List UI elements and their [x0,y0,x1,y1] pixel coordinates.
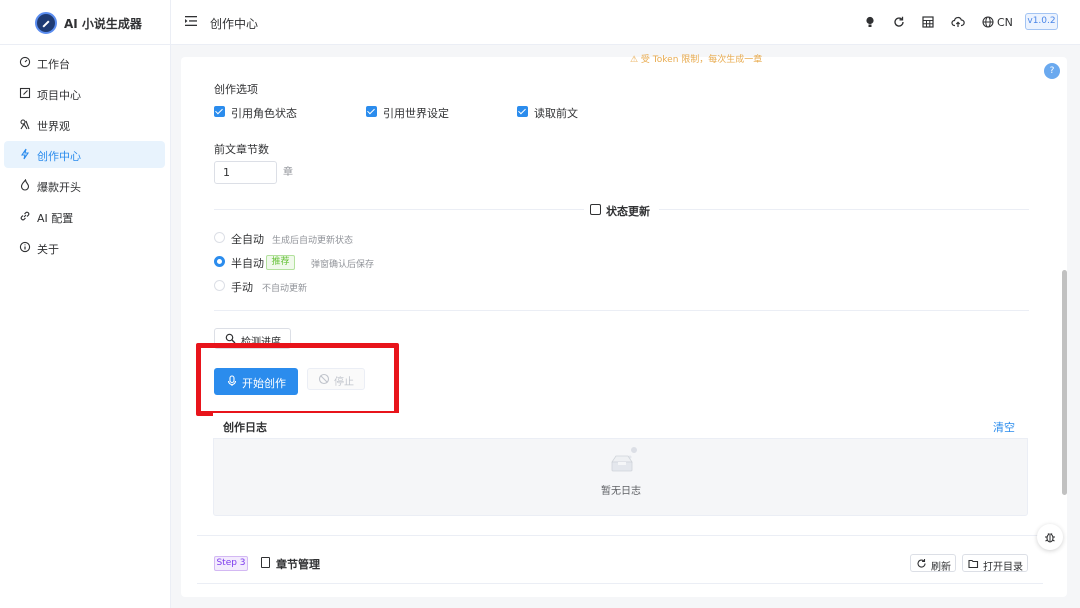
sidebar-item-label: 创作中心 [37,150,81,163]
options-title: 创作选项 [214,83,258,96]
lightning-icon [19,148,31,160]
info-icon [19,241,31,253]
link-icon [19,210,31,222]
page-title: 创作中心 [210,17,259,31]
token-warning-text: ⚠ 受 Token 限制，每次生成一章 [630,55,763,65]
app-logo-icon [35,12,57,34]
checkbox-read-previous[interactable] [517,106,528,117]
state-update-icon [590,204,601,215]
bug-icon[interactable] [1037,524,1063,550]
log-header [213,413,1028,439]
refresh-icon [916,558,927,572]
radio-manual[interactable] [214,280,225,291]
edit-icon [19,87,31,99]
world-icon [19,118,31,130]
language-switch[interactable]: CN [997,16,1013,29]
checkbox-label[interactable]: 引用角色状态 [231,105,297,121]
sidebar-item-projects[interactable]: 项目中心 [4,80,165,107]
empty-inbox-icon [611,447,637,472]
checkbox-world-setting[interactable] [366,106,377,117]
button-label: 刷新 [931,562,951,573]
sidebar-item-label: 爆款开头 [37,181,81,194]
checkbox-char-state[interactable] [214,106,225,117]
radio-desc: 生成后自动更新状态 [272,236,354,246]
sidebar-item-ai-config[interactable]: AI 配置 [4,203,165,230]
version-badge: v1.0.2 [1025,13,1058,30]
prev-chapters-unit: 章 [283,167,293,178]
folder-open-icon [968,558,979,572]
content-card [181,57,1067,597]
dashboard-icon [19,56,31,68]
sidebar-item-hot-openings[interactable]: 爆款开头 [4,172,165,199]
scrollbar-thumb[interactable] [1062,270,1067,495]
button-label: 打开目录 [983,562,1023,573]
checkbox-label[interactable]: 引用世界设定 [383,105,449,121]
sidebar-item-label: 关于 [37,243,59,256]
empty-log-text: 暂无日志 [601,486,641,497]
sidebar-item-label: AI 配置 [37,212,74,225]
radio-label[interactable]: 手动 [231,279,253,295]
top-header [0,0,1080,45]
section-divider [197,535,1043,536]
state-update-title: 状态更新 [606,205,650,218]
chapter-manage-title: 章节管理 [276,558,320,571]
radio-label[interactable]: 半自动 [231,255,264,271]
bulb-icon[interactable] [863,15,877,29]
open-directory-button[interactable]: 打开目录 [962,554,1028,573]
fire-icon [19,178,31,191]
app-title: AI 小说生成器 [64,17,142,31]
sidebar-item-workbench[interactable]: 工作台 [4,49,165,76]
prev-chapters-label: 前文章节数 [214,143,269,156]
radio-semi-auto[interactable] [214,256,225,267]
radio-desc: 弹窗确认后保存 [311,260,375,270]
clear-log-link[interactable]: 清空 [993,419,1015,435]
sidebar-item-worldview[interactable]: 世界观 [4,111,165,138]
radio-full-auto[interactable] [214,232,225,243]
cloud-upload-icon[interactable] [951,15,965,29]
calculator-icon[interactable] [921,15,935,29]
sidebar-item-about[interactable]: 关于 [4,234,165,261]
checkbox-label[interactable]: 读取前文 [534,105,578,121]
sidebar-item-label: 世界观 [37,120,70,133]
prev-chapters-input[interactable]: 1 [214,161,277,184]
radio-label[interactable]: 全自动 [231,231,264,247]
refresh-chapters-button[interactable]: 刷新 [910,554,956,573]
globe-icon[interactable] [981,15,995,29]
section-divider [214,310,1029,311]
step-badge: Step 3 [214,556,248,571]
sidebar-item-label: 项目中心 [37,89,81,102]
sidebar-item-creation[interactable]: 创作中心 [4,141,165,168]
sidebar-divider [170,0,171,608]
document-icon [261,557,270,568]
log-title: 创作日志 [223,421,267,434]
sidebar-item-label: 工作台 [37,58,70,71]
divider-left [214,209,584,210]
section-divider [197,583,1043,584]
divider-right [659,209,1029,210]
refresh-icon[interactable] [892,15,906,29]
menu-fold-icon[interactable] [185,15,197,27]
radio-desc: 不自动更新 [262,284,308,294]
help-float-icon[interactable]: ? [1044,63,1060,79]
recommend-tag: 推荐 [266,255,295,270]
highlight-annotation [196,343,399,416]
